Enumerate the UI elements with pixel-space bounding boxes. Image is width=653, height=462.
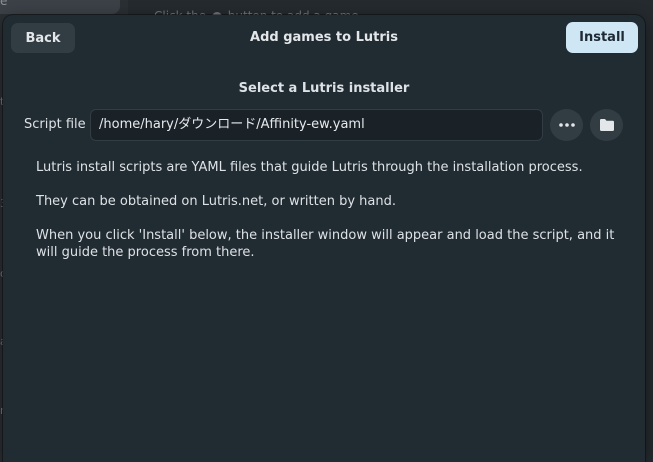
add-games-dialog: Back Add games to Lutris Install Select … xyxy=(3,15,645,462)
section-title: Select a Lutris installer xyxy=(238,81,410,96)
background-sidebar-text: e xyxy=(0,0,8,8)
description-paragraph: Lutris install scripts are YAML files th… xyxy=(36,160,583,175)
folder-icon xyxy=(599,119,614,131)
background-sidebar-item: e xyxy=(0,0,120,14)
more-options-icon xyxy=(558,123,575,127)
install-button[interactable]: Install xyxy=(566,22,638,53)
script-file-label: Script file xyxy=(24,117,86,132)
description-paragraph: When you click 'Install' below, the inst… xyxy=(36,228,615,260)
script-file-input[interactable]: /home/hary/ダウンロード/Affinity-ew.yaml xyxy=(90,109,543,141)
dialog-title: Add games to Lutris xyxy=(250,30,398,45)
dialog-headerbar: Back Add games to Lutris Install xyxy=(3,15,645,61)
description-paragraph: They can be obtained on Lutris.net, or w… xyxy=(36,194,397,209)
more-options-button[interactable] xyxy=(550,109,583,141)
browse-folder-button[interactable] xyxy=(590,109,623,141)
